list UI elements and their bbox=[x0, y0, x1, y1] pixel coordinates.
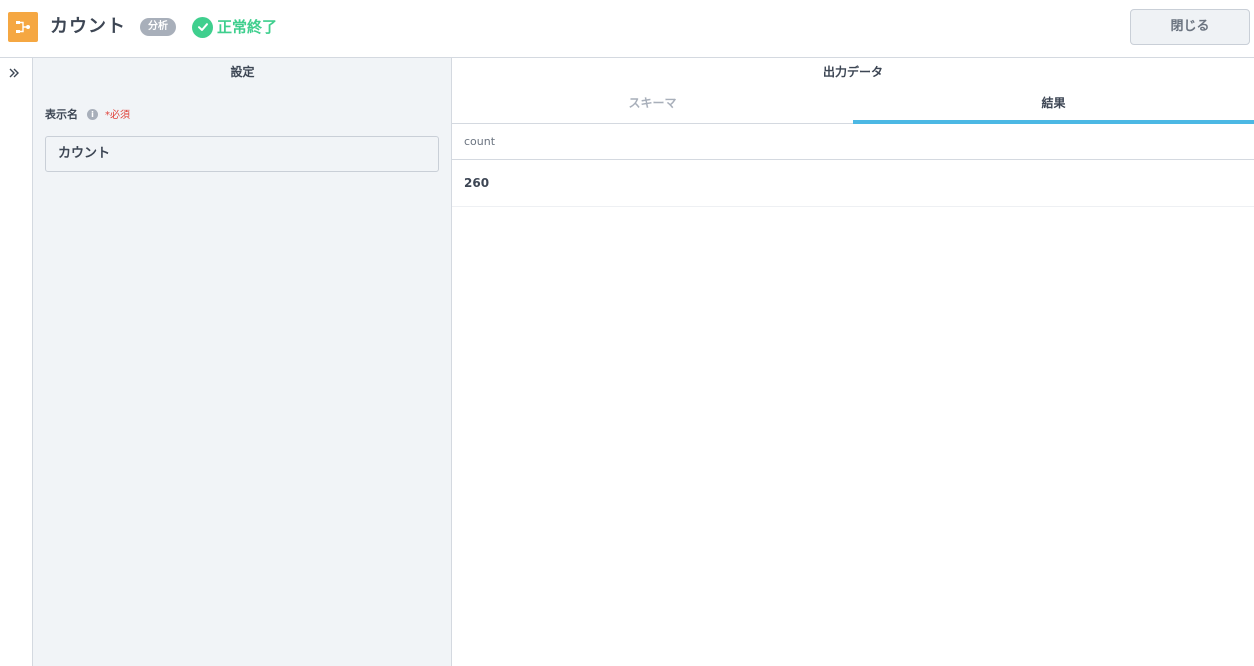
header-bar: カウント 分析 正常終了 閉じる bbox=[0, 0, 1254, 58]
double-chevron-right-icon[interactable] bbox=[7, 65, 21, 79]
close-button[interactable]: 閉じる bbox=[1130, 9, 1250, 45]
required-marker: *必須 bbox=[105, 110, 130, 121]
table-row: 260 bbox=[452, 160, 1254, 207]
display-name-input[interactable]: カウント bbox=[45, 136, 439, 172]
display-name-label: 表示名 bbox=[45, 108, 78, 121]
output-tabs: スキーマ 結果 bbox=[452, 88, 1254, 124]
output-title: 出力データ bbox=[822, 65, 883, 79]
tab-schema[interactable]: スキーマ bbox=[452, 88, 853, 124]
settings-panel: 設定 表示名 i *必須 カウント bbox=[33, 58, 452, 666]
collapse-rail bbox=[0, 58, 33, 666]
node-flow-icon bbox=[8, 12, 38, 42]
info-icon[interactable]: i bbox=[87, 109, 98, 120]
settings-title: 設定 bbox=[230, 65, 255, 79]
category-badge: 分析 bbox=[140, 18, 176, 36]
tab-result[interactable]: 結果 bbox=[853, 88, 1254, 124]
status-text: 正常終了 bbox=[217, 18, 278, 36]
table-column-header: count bbox=[452, 124, 1254, 160]
output-panel: 出力データ スキーマ 結果 count 260 bbox=[452, 58, 1254, 666]
check-circle-icon bbox=[192, 16, 213, 38]
page-title: カウント bbox=[50, 16, 126, 37]
status-indicator: 正常終了 bbox=[192, 16, 277, 38]
